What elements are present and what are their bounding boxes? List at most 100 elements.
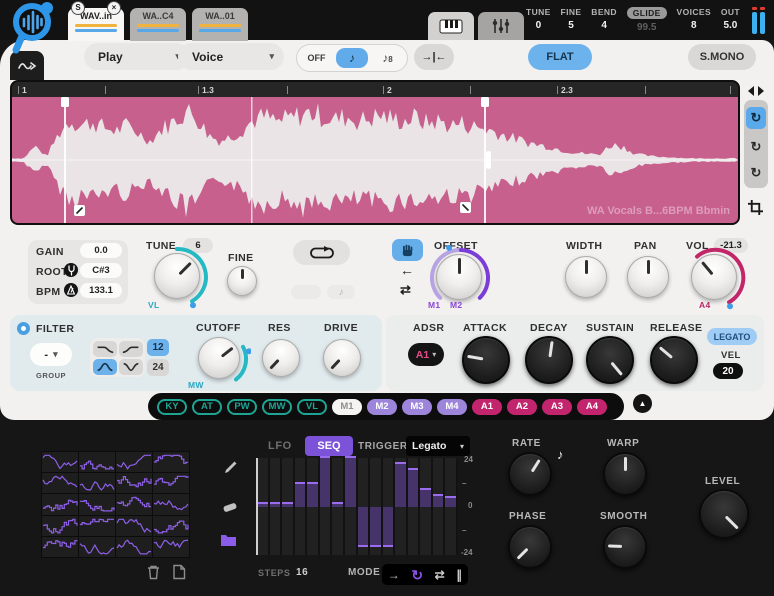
adsr-selector-dropdown[interactable]: A1 ▾ [408,343,444,366]
loop-note-button[interactable]: ♪ [327,285,355,299]
mod-source-A1[interactable]: A1 [472,398,502,415]
mixer-view-tab[interactable] [478,12,524,40]
step-sequencer-grid[interactable] [257,456,458,555]
seq-step-9[interactable] [357,458,371,555]
slope-24-button[interactable]: 24 [147,359,169,376]
decay-knob[interactable] [525,336,573,384]
mod-source-AT[interactable]: AT [192,398,222,415]
preset-tab-2[interactable]: WA..01 [192,8,248,41]
sample-edit-tab[interactable] [10,51,44,80]
gain-value[interactable]: 0.0 [80,243,122,258]
loop-end-marker[interactable] [484,97,486,223]
preset-tab-1[interactable]: WA..C4 [130,8,186,41]
loop-start-handle[interactable] [61,97,69,107]
mod-source-A2[interactable]: A2 [507,398,537,415]
res-knob[interactable] [262,339,300,377]
pencil-tool-icon[interactable] [222,460,240,478]
loop-toggle-button[interactable] [293,240,350,265]
seq-step-16[interactable] [445,458,458,555]
phase-knob[interactable] [508,525,552,569]
tune-knob[interactable] [154,246,208,309]
global-param-glide[interactable]: GLIDE 99.5 [626,7,667,33]
flat-button[interactable]: FLAT [528,44,592,70]
lfo-shape-preset[interactable] [115,514,153,537]
tab-seq[interactable]: SEQ [305,436,353,456]
sync-note-button[interactable]: ♪ [336,48,368,68]
lfo-shape-preset[interactable] [115,450,153,474]
loop-sub-button[interactable] [291,285,321,299]
lfo-shape-preset[interactable] [41,514,79,537]
pan-knob[interactable] [627,256,669,298]
mod-source-PW[interactable]: PW [227,398,257,415]
swap-direction-icon[interactable]: ⇄ [400,283,411,296]
warp-hand-button[interactable] [392,239,423,261]
mod-source-M3[interactable]: M3 [402,398,432,415]
loop-mode-alt-button[interactable]: ↻ [751,139,762,155]
loop-end-grip[interactable] [486,151,491,169]
lfo-shape-preset[interactable] [78,514,116,537]
vol-knob[interactable] [691,247,746,310]
lfo-shape-preset[interactable] [41,535,79,558]
filter-shape-highpass[interactable] [119,341,143,357]
vel-value[interactable]: 20 [713,363,743,379]
rate-sync-note-icon[interactable]: ♪ [557,447,564,462]
waveform-area[interactable]: WA Vocals B...6BPM Bbmin [12,97,738,223]
offset-knob[interactable] [430,245,491,300]
seq-step-1[interactable] [257,458,270,555]
solo-badge[interactable]: S [71,1,85,15]
seq-step-4[interactable] [294,458,308,555]
seq-step-15[interactable] [432,458,446,555]
trigger-dropdown[interactable]: Legato ▾ [406,436,470,456]
rate-knob[interactable] [508,452,552,496]
global-param-voices[interactable]: VOICES 8 [677,7,712,33]
level-knob[interactable] [699,489,749,539]
lfo-shape-preset[interactable] [41,472,79,495]
fade-out-handle[interactable] [460,202,471,213]
seq-step-3[interactable] [282,458,295,555]
steps-value[interactable]: 16 [296,567,308,578]
tab-lfo[interactable]: LFO [268,440,292,452]
cutoff-knob[interactable] [198,337,251,382]
collapse-panel-button[interactable]: ▲ [630,391,655,416]
crop-icon[interactable] [748,200,763,220]
legato-button[interactable]: LEGATO [707,328,757,345]
trash-icon[interactable] [146,564,164,582]
mod-source-A4[interactable]: A4 [577,398,607,415]
sum-mono-button[interactable]: S.MONO [688,44,756,70]
filter-shape-lowpass[interactable] [93,341,117,357]
sync-triplet-button[interactable]: ♪8 [368,49,407,67]
lfo-shape-preset[interactable] [78,450,116,474]
seq-step-8[interactable] [344,456,358,555]
mode-ping-pong-icon[interactable]: ⇄ [435,569,445,581]
seq-step-14[interactable] [420,458,433,555]
loop-mode-step-button[interactable]: ↻ [751,165,762,181]
root-detect-button[interactable] [64,263,78,277]
loop-end-handle[interactable] [481,97,489,107]
preset-tab-0[interactable]: WAV..in S × [68,1,124,41]
seq-step-7[interactable] [332,458,345,555]
drive-knob[interactable] [323,339,361,377]
mod-source-M1[interactable]: M1 [332,398,362,415]
seq-step-6[interactable] [319,456,333,555]
lfo-shape-preset[interactable] [78,472,116,495]
seq-step-2[interactable] [269,458,283,555]
bpm-detect-button[interactable] [64,283,78,297]
filter-shape-notch[interactable] [119,359,143,375]
lfo-shape-preset[interactable] [41,493,79,516]
voice-mode-dropdown[interactable]: Voice ▾ [178,43,284,70]
mod-source-VL[interactable]: VL [297,398,327,415]
global-param-tune[interactable]: TUNE 0 [526,7,551,33]
seq-step-12[interactable] [395,458,408,555]
save-file-icon[interactable] [172,564,190,582]
waveform-display[interactable]: 1 1.3 2 2.3 WA Vocals B...6BPM Bbmin [10,80,740,225]
filter-enable-toggle[interactable] [17,322,30,335]
tune-value[interactable]: 6 [183,238,213,253]
filter-group-dropdown[interactable]: - ▾ [30,343,72,366]
mode-hold-icon[interactable]: ∥ [456,569,462,581]
keyboard-view-tab[interactable] [428,12,474,40]
mod-source-M2[interactable]: M2 [367,398,397,415]
lfo-shape-preset[interactable] [78,493,116,516]
mod-source-A3[interactable]: A3 [542,398,572,415]
sustain-knob[interactable] [586,336,634,384]
nudge-left-icon[interactable]: ← [400,263,414,277]
